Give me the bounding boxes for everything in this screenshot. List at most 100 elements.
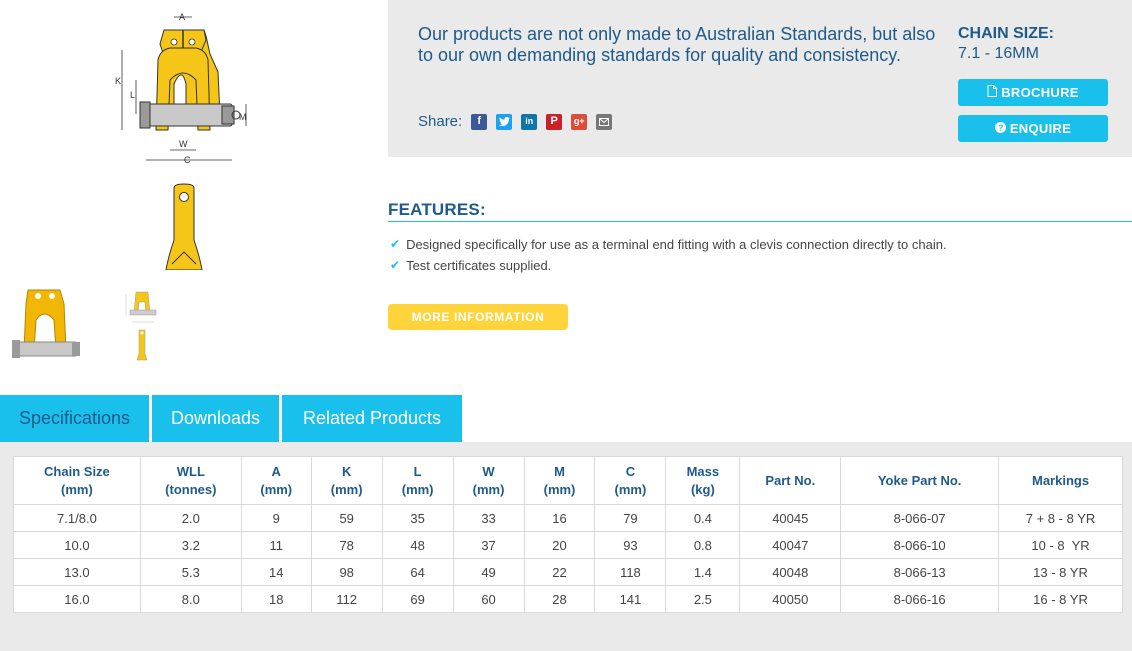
column-header-title: Mass xyxy=(686,463,720,479)
product-info-box: Our products are not only made to Austra… xyxy=(388,0,1132,157)
dim-c-label: C xyxy=(184,155,191,165)
column-header-title: W xyxy=(482,463,495,479)
check-icon: ✔ xyxy=(390,237,401,251)
column-header: K (mm) xyxy=(310,456,383,505)
feature-list: ✔ Designed specifically for use as a ter… xyxy=(390,234,947,276)
table-cell: 2.5 xyxy=(665,585,741,613)
column-header: Part No. xyxy=(739,456,842,505)
table-cell: 40045 xyxy=(739,504,842,532)
chain-size-block: CHAIN SIZE: 7.1 - 16MM xyxy=(958,24,1054,64)
column-header-unit: (kg) xyxy=(690,481,715,497)
linkedin-icon[interactable]: in xyxy=(521,113,538,130)
column-header: A (mm) xyxy=(240,456,312,505)
more-information-button[interactable]: MORE INFORMATION xyxy=(388,304,568,330)
column-header: WLL (tonnes) xyxy=(139,456,242,505)
table-cell: 2.0 xyxy=(139,504,242,532)
chain-size-label: CHAIN SIZE: xyxy=(958,25,1054,42)
table-cell: 16 - 8 YR xyxy=(998,585,1123,613)
table-cell: 8-066-13 xyxy=(840,558,1000,586)
share-bar: Share: f in P g+ xyxy=(418,113,621,130)
table-cell: 64 xyxy=(381,558,454,586)
feature-text: Designed specifically for use as a termi… xyxy=(406,237,947,252)
table-cell: 141 xyxy=(594,585,667,613)
table-cell: 0.8 xyxy=(665,531,741,559)
email-icon[interactable] xyxy=(596,113,613,130)
column-header-title: Part No. xyxy=(765,472,816,488)
dim-a-label: A xyxy=(179,12,185,22)
twitter-icon[interactable] xyxy=(496,113,513,130)
table-cell: 3.2 xyxy=(139,531,242,559)
question-circle-icon: ? xyxy=(994,121,1006,136)
features-heading: FEATURES: xyxy=(388,200,486,219)
feature-text: Test certificates supplied. xyxy=(406,258,552,273)
table-cell: 8-066-10 xyxy=(840,531,1000,559)
column-header-title: L xyxy=(413,463,422,479)
facebook-icon[interactable]: f xyxy=(471,113,488,130)
enquire-button[interactable]: ? ENQUIRE xyxy=(958,115,1108,142)
table-cell: 49 xyxy=(452,558,525,586)
column-header-unit: (tonnes) xyxy=(165,481,217,497)
shackle-diagram-icon xyxy=(125,291,157,361)
column-header-title: M xyxy=(554,463,565,479)
table-cell: 79 xyxy=(594,504,667,532)
brochure-label: BROCHURE xyxy=(1001,85,1079,100)
column-header: Chain Size (mm) xyxy=(13,456,141,505)
column-header-unit: (mm) xyxy=(614,481,647,497)
table-cell: 8.0 xyxy=(139,585,242,613)
feature-item: ✔ Designed specifically for use as a ter… xyxy=(390,234,947,255)
column-header-title: WLL xyxy=(176,463,205,479)
column-header: C (mm) xyxy=(594,456,667,505)
table-cell: 5.3 xyxy=(139,558,242,586)
table-cell: 22 xyxy=(523,558,596,586)
tab-specifications[interactable]: Specifications xyxy=(0,395,149,442)
pinterest-icon[interactable]: P xyxy=(546,113,563,130)
table-cell: 40050 xyxy=(739,585,842,613)
dim-l-label: L xyxy=(130,90,135,100)
product-tagline: Our products are not only made to Austra… xyxy=(418,24,936,65)
thumbnail-strip xyxy=(8,284,168,374)
tab-downloads[interactable]: Downloads xyxy=(152,395,279,442)
features-divider xyxy=(388,221,1132,222)
share-label: Share: xyxy=(418,113,463,130)
table-cell: 37 xyxy=(452,531,525,559)
table-row: 7.1/8.0 2.0 9 59 35 33 16 79 0.4 40045 8-066-07 7 +… xyxy=(13,504,1123,532)
dim-w-label: W xyxy=(179,139,188,149)
tab-related-products[interactable]: Related Products xyxy=(282,395,462,442)
enquire-label: ENQUIRE xyxy=(1009,121,1072,136)
table-row: 10.0 3.2 11 78 48 37 20 93 0.8 40047 8-066-10 10 - … xyxy=(13,531,1123,559)
product-main-image: A K L M W C xyxy=(60,0,320,270)
thumbnail-photo[interactable] xyxy=(10,284,82,370)
column-header: W (mm) xyxy=(452,456,525,505)
table-cell: 35 xyxy=(381,504,454,532)
column-header: M (mm) xyxy=(523,456,596,505)
table-cell: 69 xyxy=(381,585,454,613)
specifications-panel: Chain Size (mm) WLL (tonnes) A (mm) K (mm) L (mm)… xyxy=(0,442,1132,651)
feature-item: ✔ Test certificates supplied. xyxy=(390,255,947,276)
column-header-title: Markings xyxy=(1031,472,1090,488)
google-plus-icon[interactable]: g+ xyxy=(571,113,588,130)
table-cell: 59 xyxy=(310,504,383,532)
table-cell: 13 - 8 YR xyxy=(998,558,1123,586)
column-header-title: Yoke Part No. xyxy=(877,472,962,488)
table-cell: 8-066-16 xyxy=(840,585,1000,613)
column-header-title: K xyxy=(341,463,352,479)
table-cell: 98 xyxy=(310,558,383,586)
table-header-row: Chain Size (mm) WLL (tonnes) A (mm) K (mm) L (mm)… xyxy=(13,456,1123,505)
thumbnail-diagram[interactable] xyxy=(118,284,166,364)
column-header-title: A xyxy=(271,463,281,479)
table-cell: 9 xyxy=(240,504,312,532)
table-cell: 93 xyxy=(594,531,667,559)
svg-text:?: ? xyxy=(998,122,1004,132)
column-header: Markings xyxy=(998,456,1123,505)
table-row: 13.0 5.3 14 98 64 49 22 118 1.4 40048 8-066-13 13 -… xyxy=(13,558,1123,586)
table-cell: 14 xyxy=(240,558,312,586)
brochure-button[interactable]: BROCHURE xyxy=(958,79,1108,106)
table-cell: 8-066-07 xyxy=(840,504,1000,532)
table-cell: 10 - 8 YR xyxy=(998,531,1123,559)
column-header-unit: (mm) xyxy=(330,481,363,497)
column-header-title: C xyxy=(625,463,636,479)
column-header-title: Chain Size xyxy=(44,463,110,479)
table-cell: 13.0 xyxy=(13,558,141,586)
table-cell: 7 + 8 - 8 YR xyxy=(998,504,1123,532)
table-cell: 16.0 xyxy=(13,585,141,613)
